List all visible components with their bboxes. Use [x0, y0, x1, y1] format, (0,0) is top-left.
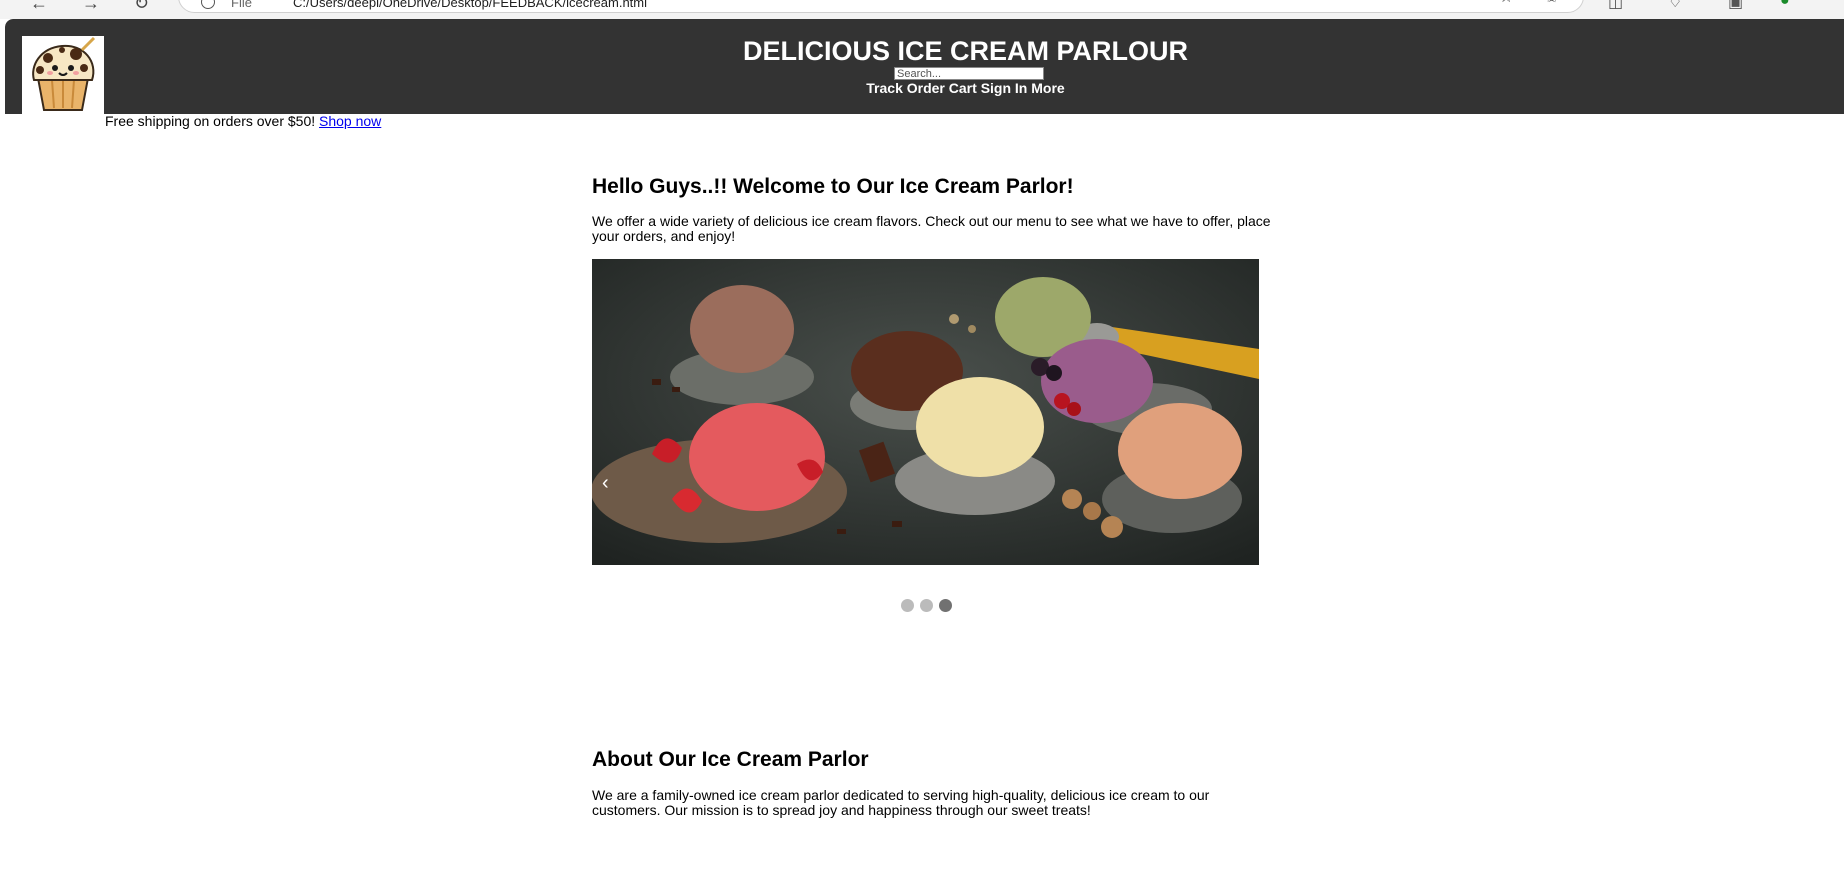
address-bar[interactable]: File C:/Users/deepi/OneDrive/Desktop/FEE…: [178, 0, 1584, 13]
image-carousel[interactable]: ‹: [592, 259, 1259, 565]
back-icon[interactable]: ←: [30, 0, 48, 14]
zoom-icon[interactable]: ⌕: [1449, 0, 1458, 5]
promo-text: Free shipping on orders over $50!: [105, 113, 320, 129]
nav-track-order[interactable]: Track Order: [866, 80, 945, 96]
page-viewport: DELICIOUS ICE CREAM PARLOUR Track Order …: [5, 19, 1844, 872]
about-text: We are a family-owned ice cream parlor d…: [592, 787, 1210, 818]
carousel-dot-2[interactable]: [920, 599, 933, 612]
carousel-prev-button[interactable]: ‹: [602, 473, 609, 493]
forward-icon[interactable]: →: [82, 0, 100, 14]
carousel-dot-1[interactable]: [901, 599, 914, 612]
browser-toolbar: ← → ↻ File C:/Users/deepi/OneDrive/Deskt…: [0, 0, 1844, 19]
site-header: DELICIOUS ICE CREAM PARLOUR Track Order …: [5, 19, 1844, 115]
site-title: DELICIOUS ICE CREAM PARLOUR: [742, 36, 1188, 66]
nav-more[interactable]: More: [1031, 80, 1064, 96]
refresh-icon[interactable]: ↻: [134, 0, 149, 14]
favorite-star-icon[interactable]: ☆: [1499, 0, 1513, 7]
collections-icon[interactable]: ♢: [1668, 0, 1682, 12]
promo-banner: Free shipping on orders over $50! Shop n…: [105, 113, 381, 129]
main-nav: Track Order Cart Sign In More: [5, 80, 1844, 96]
favorites-icon[interactable]: ✩: [1545, 0, 1558, 7]
address-scheme: File: [231, 0, 252, 10]
shop-now-link[interactable]: Shop now: [319, 113, 381, 129]
welcome-heading: Hello Guys..!! Welcome to Our Ice Cream …: [592, 175, 1074, 198]
address-url[interactable]: C:/Users/deepi/OneDrive/Desktop/FEEDBACK…: [293, 0, 647, 10]
profile-icon[interactable]: ●: [1780, 0, 1790, 10]
about-heading: About Our Ice Cream Parlor: [592, 748, 869, 771]
search-input[interactable]: [894, 67, 1044, 80]
nav-sign-in[interactable]: Sign In: [981, 80, 1028, 96]
extensions-icon[interactable]: ▣: [1728, 0, 1743, 12]
ice-cream-bowls-image: [592, 259, 1259, 565]
nav-cart[interactable]: Cart: [949, 80, 977, 96]
welcome-text: We offer a wide variety of delicious ice…: [592, 213, 1271, 244]
split-screen-icon[interactable]: ◫: [1608, 0, 1623, 12]
carousel-dot-3[interactable]: [939, 599, 952, 612]
site-info-icon[interactable]: [201, 0, 215, 9]
